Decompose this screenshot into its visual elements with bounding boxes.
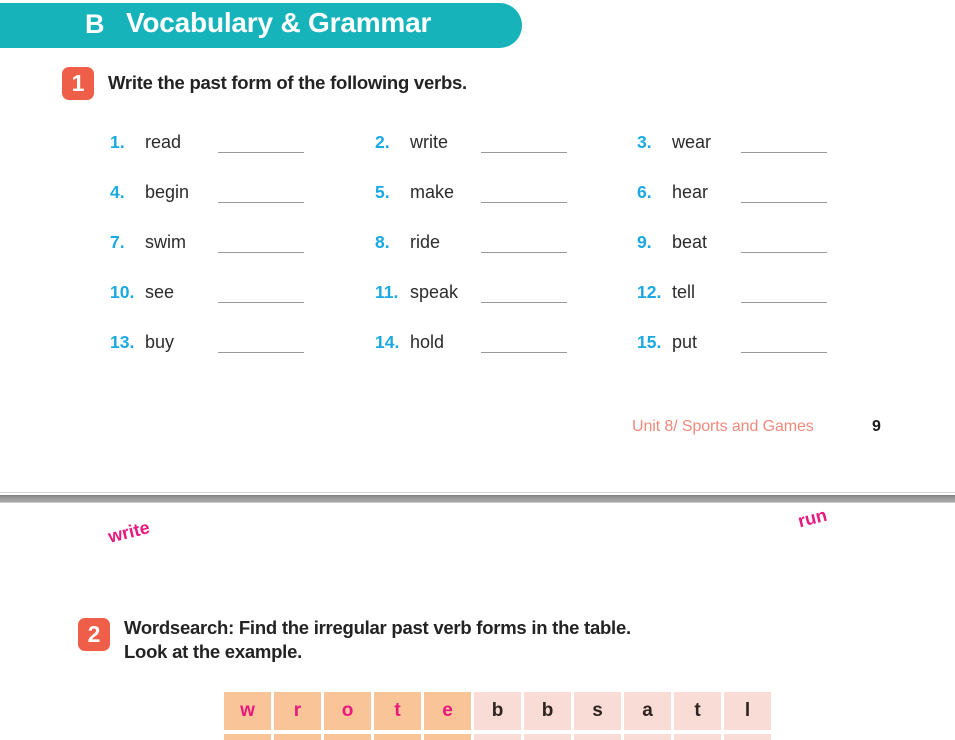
verb-answer-blank[interactable] — [218, 252, 304, 253]
verb-item-number: 15. — [637, 332, 662, 352]
verb-item-word: ride — [410, 232, 441, 252]
wordsearch-cell[interactable]: r — [274, 692, 321, 730]
wordsearch-cell[interactable]: b — [474, 692, 521, 730]
wordsearch-clue-run: run — [795, 504, 829, 532]
wordsearch-cell[interactable]: l — [724, 692, 771, 730]
exercise-2-badge: 2 — [78, 618, 110, 651]
verb-answer-blank[interactable] — [741, 252, 827, 253]
verb-item-number: 4. — [110, 182, 125, 202]
verb-item-word: put — [672, 332, 698, 352]
verb-item-number: 6. — [637, 182, 652, 202]
verb-item-number: 11. — [375, 282, 399, 302]
divider-line-bottom — [0, 502, 955, 503]
exercise-2-instruction-line-1: Wordsearch: Find the irregular past verb… — [124, 617, 631, 638]
divider-band — [0, 495, 955, 502]
verb-answer-blank[interactable] — [741, 352, 827, 353]
verb-item-number: 10. — [110, 282, 135, 302]
wordsearch-cell-next-row[interactable] — [624, 734, 671, 740]
worksheet-page-two: 2 Wordsearch: Find the irregular past ve… — [0, 504, 955, 740]
verb-item-number: 9. — [637, 232, 652, 252]
verb-item-word: beat — [672, 232, 708, 252]
wordsearch-cell-next-row[interactable] — [224, 734, 271, 740]
divider-line-top — [0, 492, 955, 493]
verb-answer-blank[interactable] — [741, 152, 827, 153]
page-footer: Unit 8/ Sports and Games 9 — [632, 418, 881, 436]
exercise-1-instruction: Write the past form of the following ver… — [108, 72, 467, 93]
wordsearch-cell[interactable]: o — [324, 692, 371, 730]
verb-answer-blank[interactable] — [481, 302, 567, 303]
verb-item-number: 8. — [375, 232, 390, 252]
verb-item-number: 12. — [637, 282, 662, 302]
verb-answer-blank[interactable] — [218, 302, 304, 303]
verb-item-word: buy — [145, 332, 175, 352]
verb-item-word: begin — [145, 182, 190, 202]
worksheet-page-one: B Vocabulary & Grammar 1 Write the past … — [0, 0, 955, 492]
verb-item-word: write — [410, 132, 449, 152]
verb-answer-blank[interactable] — [741, 302, 827, 303]
exercise-2-instruction-line-2: Look at the example. — [124, 641, 302, 662]
verb-answer-blank[interactable] — [218, 202, 304, 203]
verb-item-word: see — [145, 282, 175, 302]
verb-item-number: 3. — [637, 132, 652, 152]
verb-answer-blank[interactable] — [481, 252, 567, 253]
section-letter: B — [85, 9, 105, 39]
verb-item-word: tell — [672, 282, 696, 302]
wordsearch-cell[interactable]: t — [674, 692, 721, 730]
wordsearch-grid: wrotebbsatl — [0, 692, 955, 740]
wordsearch-clue-write: write — [106, 517, 152, 547]
verb-answer-blank[interactable] — [218, 152, 304, 153]
wordsearch-cell[interactable]: e — [424, 692, 471, 730]
exercise-2-instruction: Wordsearch: Find the irregular past verb… — [124, 616, 631, 664]
wordsearch-cell[interactable]: b — [524, 692, 571, 730]
verb-item-number: 14. — [375, 332, 400, 352]
wordsearch-cell-next-row[interactable] — [574, 734, 621, 740]
scan-divider — [0, 492, 955, 506]
exercise-1-badge: 1 — [62, 67, 94, 100]
verb-answer-blank[interactable] — [481, 202, 567, 203]
wordsearch-cell-next-row[interactable] — [274, 734, 321, 740]
wordsearch-cell[interactable]: s — [574, 692, 621, 730]
verb-item-number: 13. — [110, 332, 135, 352]
verb-item-number: 5. — [375, 182, 390, 202]
section-title: Vocabulary & Grammar — [126, 7, 432, 38]
wordsearch-cell[interactable]: t — [374, 692, 421, 730]
wordsearch-cell-next-row[interactable] — [474, 734, 521, 740]
verb-item-word: read — [145, 132, 182, 152]
wordsearch-cell-next-row[interactable] — [524, 734, 571, 740]
verb-item-number: 7. — [110, 232, 125, 252]
verb-item-number: 1. — [110, 132, 125, 152]
footer-unit-label: Unit 8/ Sports and Games — [632, 418, 814, 435]
footer-page-number: 9 — [872, 418, 881, 435]
wordsearch-cell-next-row[interactable] — [724, 734, 771, 740]
verb-answer-blank[interactable] — [218, 352, 304, 353]
verb-item-number: 2. — [375, 132, 390, 152]
verb-answer-blank[interactable] — [741, 202, 827, 203]
wordsearch-cell-next-row[interactable] — [424, 734, 471, 740]
verb-item-word: make — [410, 182, 455, 202]
wordsearch-cell[interactable]: a — [624, 692, 671, 730]
verb-item-word: hold — [410, 332, 445, 352]
verb-item-word: wear — [672, 132, 712, 152]
wordsearch-cell-next-row[interactable] — [674, 734, 721, 740]
wordsearch-cell-next-row[interactable] — [374, 734, 421, 740]
verb-answer-blank[interactable] — [481, 352, 567, 353]
verb-item-word: speak — [410, 282, 459, 302]
verb-answer-blank[interactable] — [481, 152, 567, 153]
wordsearch-cell-next-row[interactable] — [324, 734, 371, 740]
verb-item-word: hear — [672, 182, 709, 202]
wordsearch-cell[interactable]: w — [224, 692, 271, 730]
verb-item-word: swim — [145, 232, 186, 252]
